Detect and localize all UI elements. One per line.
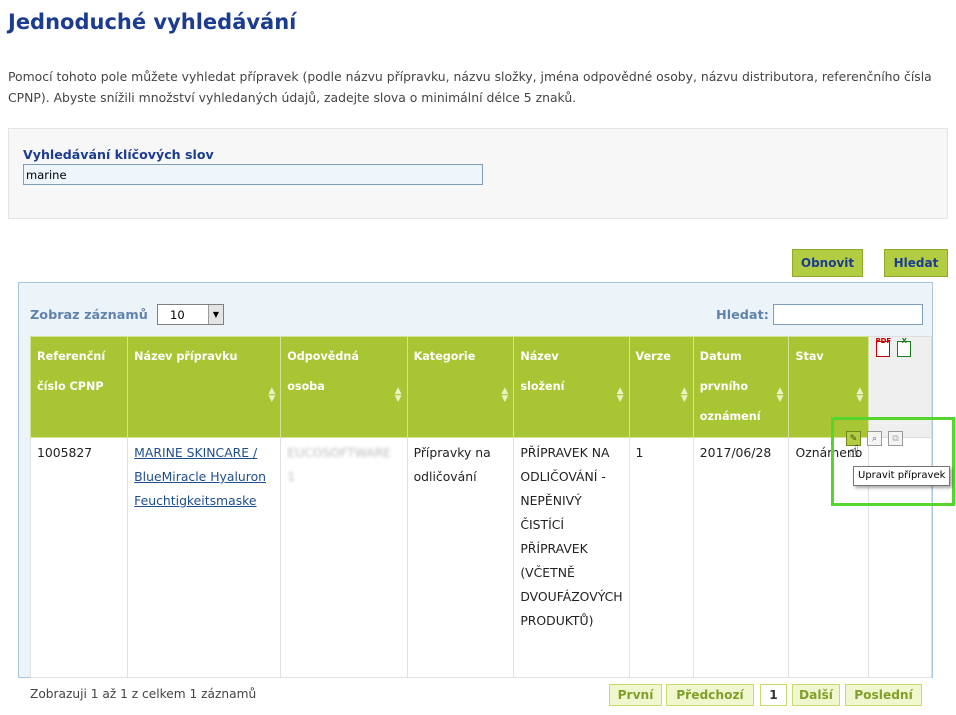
cell-category: Přípravky na odličování	[406, 437, 515, 678]
view-icon[interactable]: ⌕	[867, 431, 882, 446]
column-header-person[interactable]: Odpovědná osoba ▲ ▼	[280, 336, 408, 438]
filter-label: Hledat:	[716, 308, 769, 323]
sort-icon: ▲ ▼	[268, 386, 276, 404]
sort-icon: ▲ ▼	[616, 386, 624, 404]
page-length-value: 10	[170, 308, 185, 322]
column-header-category[interactable]: Kategorie ▲ ▼	[406, 336, 515, 438]
page-title: Jednoduché vyhledávání	[8, 10, 297, 34]
pagination-next[interactable]: Další	[792, 684, 840, 706]
cell-formulation: PŘÍPRAVEK NA ODLIČOVÁNÍ - NEPĚNIVÝ ČISTÍ…	[513, 437, 630, 678]
sort-icon: ▲ ▼	[501, 386, 509, 404]
copy-icon[interactable]: ⧉	[888, 431, 903, 446]
cell-ref: 1005827	[29, 437, 129, 678]
hand-cursor-icon: ☝	[849, 442, 860, 462]
results-panel: Zobraz záznamů 10 ▼ Hledat: Referenční č…	[18, 282, 933, 678]
column-header-name[interactable]: Název přípravku ▲ ▼	[127, 336, 282, 438]
sort-icon: ▲ ▼	[856, 386, 864, 404]
cell-date: 2017/06/28	[692, 437, 790, 678]
cell-person: EUCOSOFTWARE 1	[280, 437, 408, 678]
search-button[interactable]: Hledat	[884, 249, 948, 277]
sort-icon: ▲ ▼	[776, 386, 784, 404]
reset-button[interactable]: Obnovit	[792, 249, 863, 277]
search-panel: Vyhledávání klíčových slov	[8, 128, 948, 219]
column-header-formulation[interactable]: Název složení ▲ ▼	[513, 336, 630, 438]
sort-icon: ▲ ▼	[394, 386, 402, 404]
table-filter-input[interactable]	[773, 304, 923, 325]
pagination-last[interactable]: Poslední	[845, 684, 922, 706]
table-row: 1005827 MARINE SKINCARE / BlueMiracle Hy…	[29, 437, 932, 678]
pagination-current[interactable]: 1	[760, 684, 787, 706]
column-header-date[interactable]: Datum prvního oznámení ▲ ▼	[692, 336, 790, 438]
page-length-select[interactable]: 10 ▼	[157, 304, 224, 325]
pagination-previous[interactable]: Předchozí	[666, 684, 754, 706]
intro-text: Pomocí tohoto pole můžete vyhledat přípr…	[8, 69, 932, 105]
tooltip: Upravit přípravek	[853, 466, 951, 486]
results-table: Referenční číslo CPNP Název přípravku ▲ ▼ …	[29, 336, 932, 678]
keyword-search-input[interactable]	[23, 164, 483, 185]
pagination-first[interactable]: První	[609, 684, 662, 706]
chevron-down-icon[interactable]: ▼	[208, 305, 223, 324]
pdf-icon[interactable]: PDF	[875, 337, 891, 357]
product-link[interactable]: MARINE SKINCARE / BlueMiracle Hyaluron F…	[134, 445, 266, 508]
search-label: Vyhledávání klíčových slov	[23, 147, 214, 162]
sort-icon: ▲ ▼	[680, 386, 688, 404]
cell-name: MARINE SKINCARE / BlueMiracle Hyaluron F…	[127, 437, 282, 678]
column-header-version[interactable]: Verze ▲ ▼	[628, 336, 694, 438]
table-info: Zobrazuji 1 až 1 z celkem 1 záznamů	[30, 687, 257, 701]
excel-icon[interactable]: X	[897, 337, 912, 357]
column-header-ref[interactable]: Referenční číslo CPNP	[29, 336, 129, 438]
cell-version: 1	[628, 437, 694, 678]
page-length-label: Zobraz záznamů	[30, 308, 148, 323]
